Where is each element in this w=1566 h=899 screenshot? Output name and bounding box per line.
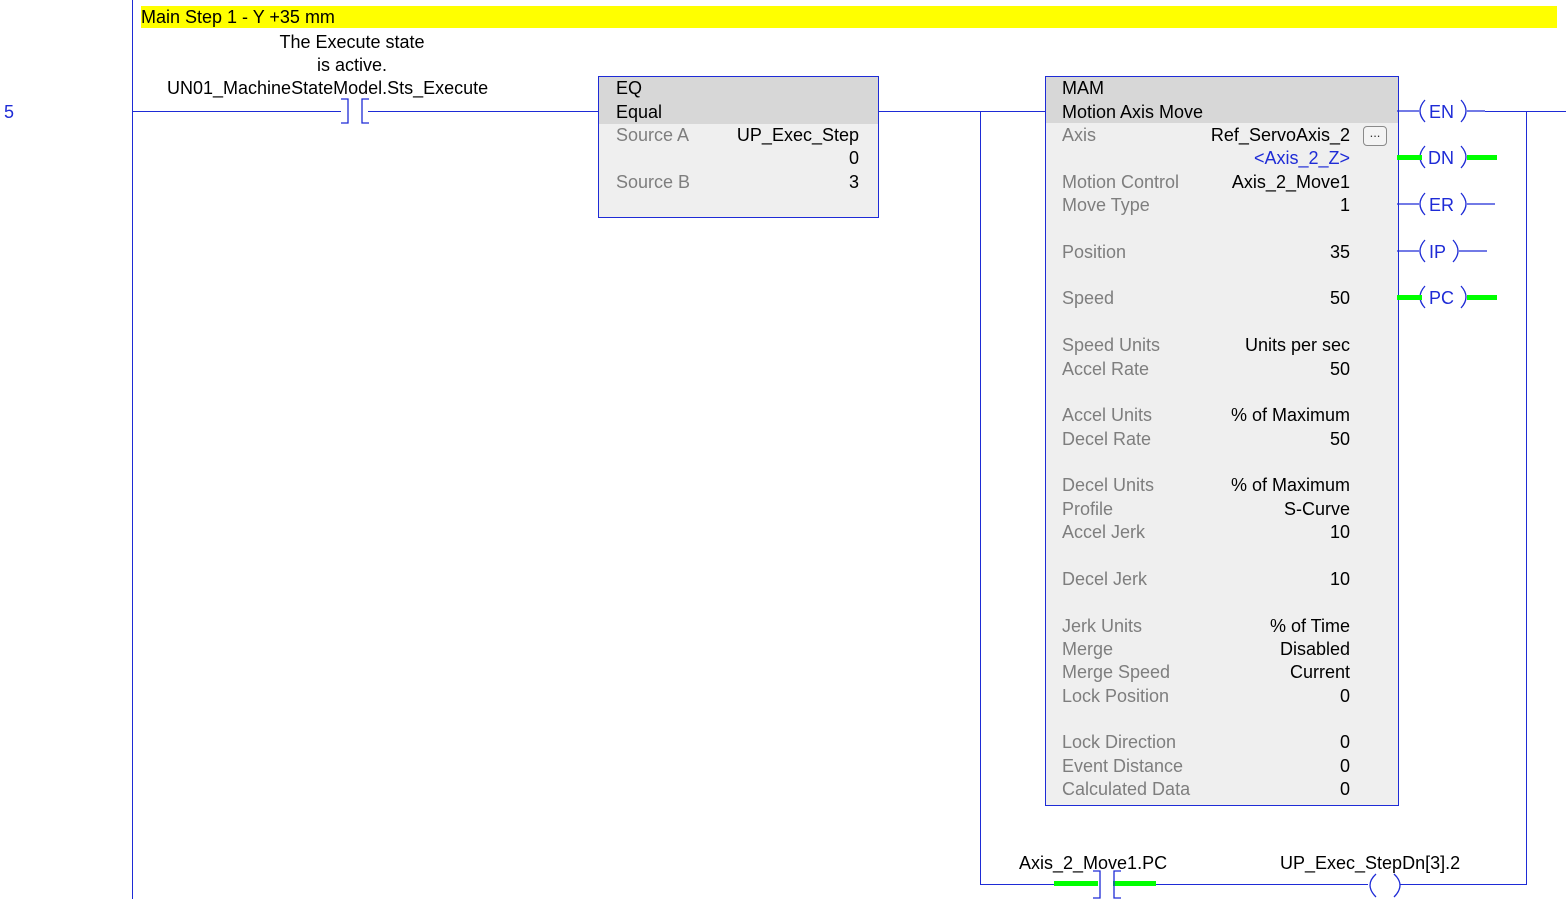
- output-er[interactable]: ER: [1429, 196, 1454, 214]
- branch-left-rail: [980, 111, 981, 885]
- param-label-accel-rate: Accel Rate: [1062, 359, 1150, 379]
- param-label-jerk-units: Jerk Units: [1062, 616, 1143, 636]
- param-value-lock-direction[interactable]: 0: [1170, 733, 1350, 751]
- param-value-accel-units[interactable]: % of Maximum: [1170, 406, 1350, 424]
- mam-axis-label: Axis: [1062, 125, 1097, 145]
- param-value-move-type[interactable]: 1: [1170, 196, 1350, 214]
- param-label-decel-rate: Decel Rate: [1062, 429, 1152, 449]
- rung-wire-eq-branch: [877, 111, 1045, 112]
- param-value-profile[interactable]: S-Curve: [1170, 500, 1350, 518]
- eq-source-b-value[interactable]: 3: [680, 173, 859, 191]
- rung-number[interactable]: 5: [4, 103, 14, 121]
- param-value-decel-units[interactable]: % of Maximum: [1170, 476, 1350, 494]
- param-value-speed[interactable]: 50: [1170, 289, 1350, 307]
- param-label-motion-control: Motion Control: [1062, 172, 1180, 192]
- param-label-decel-jerk: Decel Jerk: [1062, 569, 1148, 589]
- dn-energized-right: [1467, 155, 1497, 160]
- rung-comment[interactable]: Main Step 1 - Y +35 mm: [141, 6, 1557, 28]
- xic-description-line2: is active.: [316, 55, 388, 75]
- pc-energized-left: [1397, 295, 1422, 300]
- output-pc[interactable]: PC: [1429, 289, 1454, 307]
- branch-wire-bottom-left: [980, 884, 1060, 885]
- branch-wire-bottom-right: [1400, 884, 1527, 885]
- eq-source-a-value: 0: [848, 148, 859, 168]
- param-label-lock-direction: Lock Direction: [1062, 732, 1177, 752]
- axis-browse-button[interactable]: ...: [1363, 126, 1387, 146]
- left-power-rail: [132, 0, 133, 899]
- mam-name: Motion Axis Move: [1062, 102, 1204, 122]
- param-value-position[interactable]: 35: [1170, 243, 1350, 261]
- param-label-accel-jerk: Accel Jerk: [1062, 522, 1146, 542]
- param-label-lock-position: Lock Position: [1062, 686, 1170, 706]
- eq-name: Equal: [616, 102, 663, 122]
- branch-wire-bottom-mid: [1150, 884, 1368, 885]
- xic-tag[interactable]: UN01_MachineStateModel.Sts_Execute: [167, 79, 488, 97]
- mam-axis-value[interactable]: Ref_ServoAxis_2: [1170, 126, 1350, 144]
- param-label-merge: Merge: [1062, 639, 1114, 659]
- param-value-decel-rate[interactable]: 50: [1170, 430, 1350, 448]
- eq-source-a-tag[interactable]: UP_Exec_Step: [680, 126, 859, 144]
- param-value-accel-rate[interactable]: 50: [1170, 360, 1350, 378]
- rung-wire-left: [133, 111, 341, 112]
- pc-energized-right: [1467, 295, 1497, 300]
- param-label-position: Position: [1062, 242, 1127, 262]
- xic-contact[interactable]: [335, 98, 375, 124]
- param-value-motion-control[interactable]: Axis_2_Move1: [1170, 173, 1350, 191]
- eq-mnemonic: EQ: [616, 78, 643, 98]
- param-value-merge[interactable]: Disabled: [1170, 640, 1350, 658]
- branch-xic-contact[interactable]: [1087, 870, 1127, 899]
- param-label-speed-units: Speed Units: [1062, 335, 1161, 355]
- eq-source-a-label: Source A: [616, 125, 690, 145]
- param-label-event-distance: Event Distance: [1062, 756, 1184, 776]
- mam-mnemonic: MAM: [1062, 78, 1104, 98]
- param-value-merge-speed[interactable]: Current: [1170, 663, 1350, 681]
- branch-right-rail: [1526, 111, 1527, 885]
- xic-description-line1: The Execute state: [279, 32, 425, 52]
- param-value-calculated-data[interactable]: 0: [1170, 780, 1350, 798]
- rung-wire-xic-eq: [368, 111, 598, 112]
- param-label-profile: Profile: [1062, 499, 1114, 519]
- param-value-decel-jerk[interactable]: 10: [1170, 570, 1350, 588]
- param-label-speed: Speed: [1062, 288, 1115, 308]
- output-ip[interactable]: IP: [1429, 243, 1446, 261]
- mam-axis-alias: <Axis_2_Z>: [1253, 148, 1350, 168]
- param-value-lock-position[interactable]: 0: [1170, 687, 1350, 705]
- param-value-jerk-units[interactable]: % of Time: [1170, 617, 1350, 635]
- param-value-accel-jerk[interactable]: 10: [1170, 523, 1350, 541]
- param-value-event-distance[interactable]: 0: [1170, 757, 1350, 775]
- param-label-decel-units: Decel Units: [1062, 475, 1155, 495]
- param-label-accel-units: Accel Units: [1062, 405, 1153, 425]
- branch-output-coil[interactable]: [1360, 872, 1410, 899]
- param-label-move-type: Move Type: [1062, 195, 1150, 215]
- eq-source-b-label: Source B: [616, 172, 691, 192]
- output-en[interactable]: EN: [1429, 103, 1454, 121]
- param-label-merge-speed: Merge Speed: [1062, 662, 1171, 682]
- output-dn[interactable]: DN: [1428, 149, 1454, 167]
- dn-energized-left: [1397, 155, 1422, 160]
- branch-coil-tag[interactable]: UP_Exec_StepDn[3].2: [1280, 854, 1460, 872]
- param-value-speed-units[interactable]: Units per sec: [1170, 336, 1350, 354]
